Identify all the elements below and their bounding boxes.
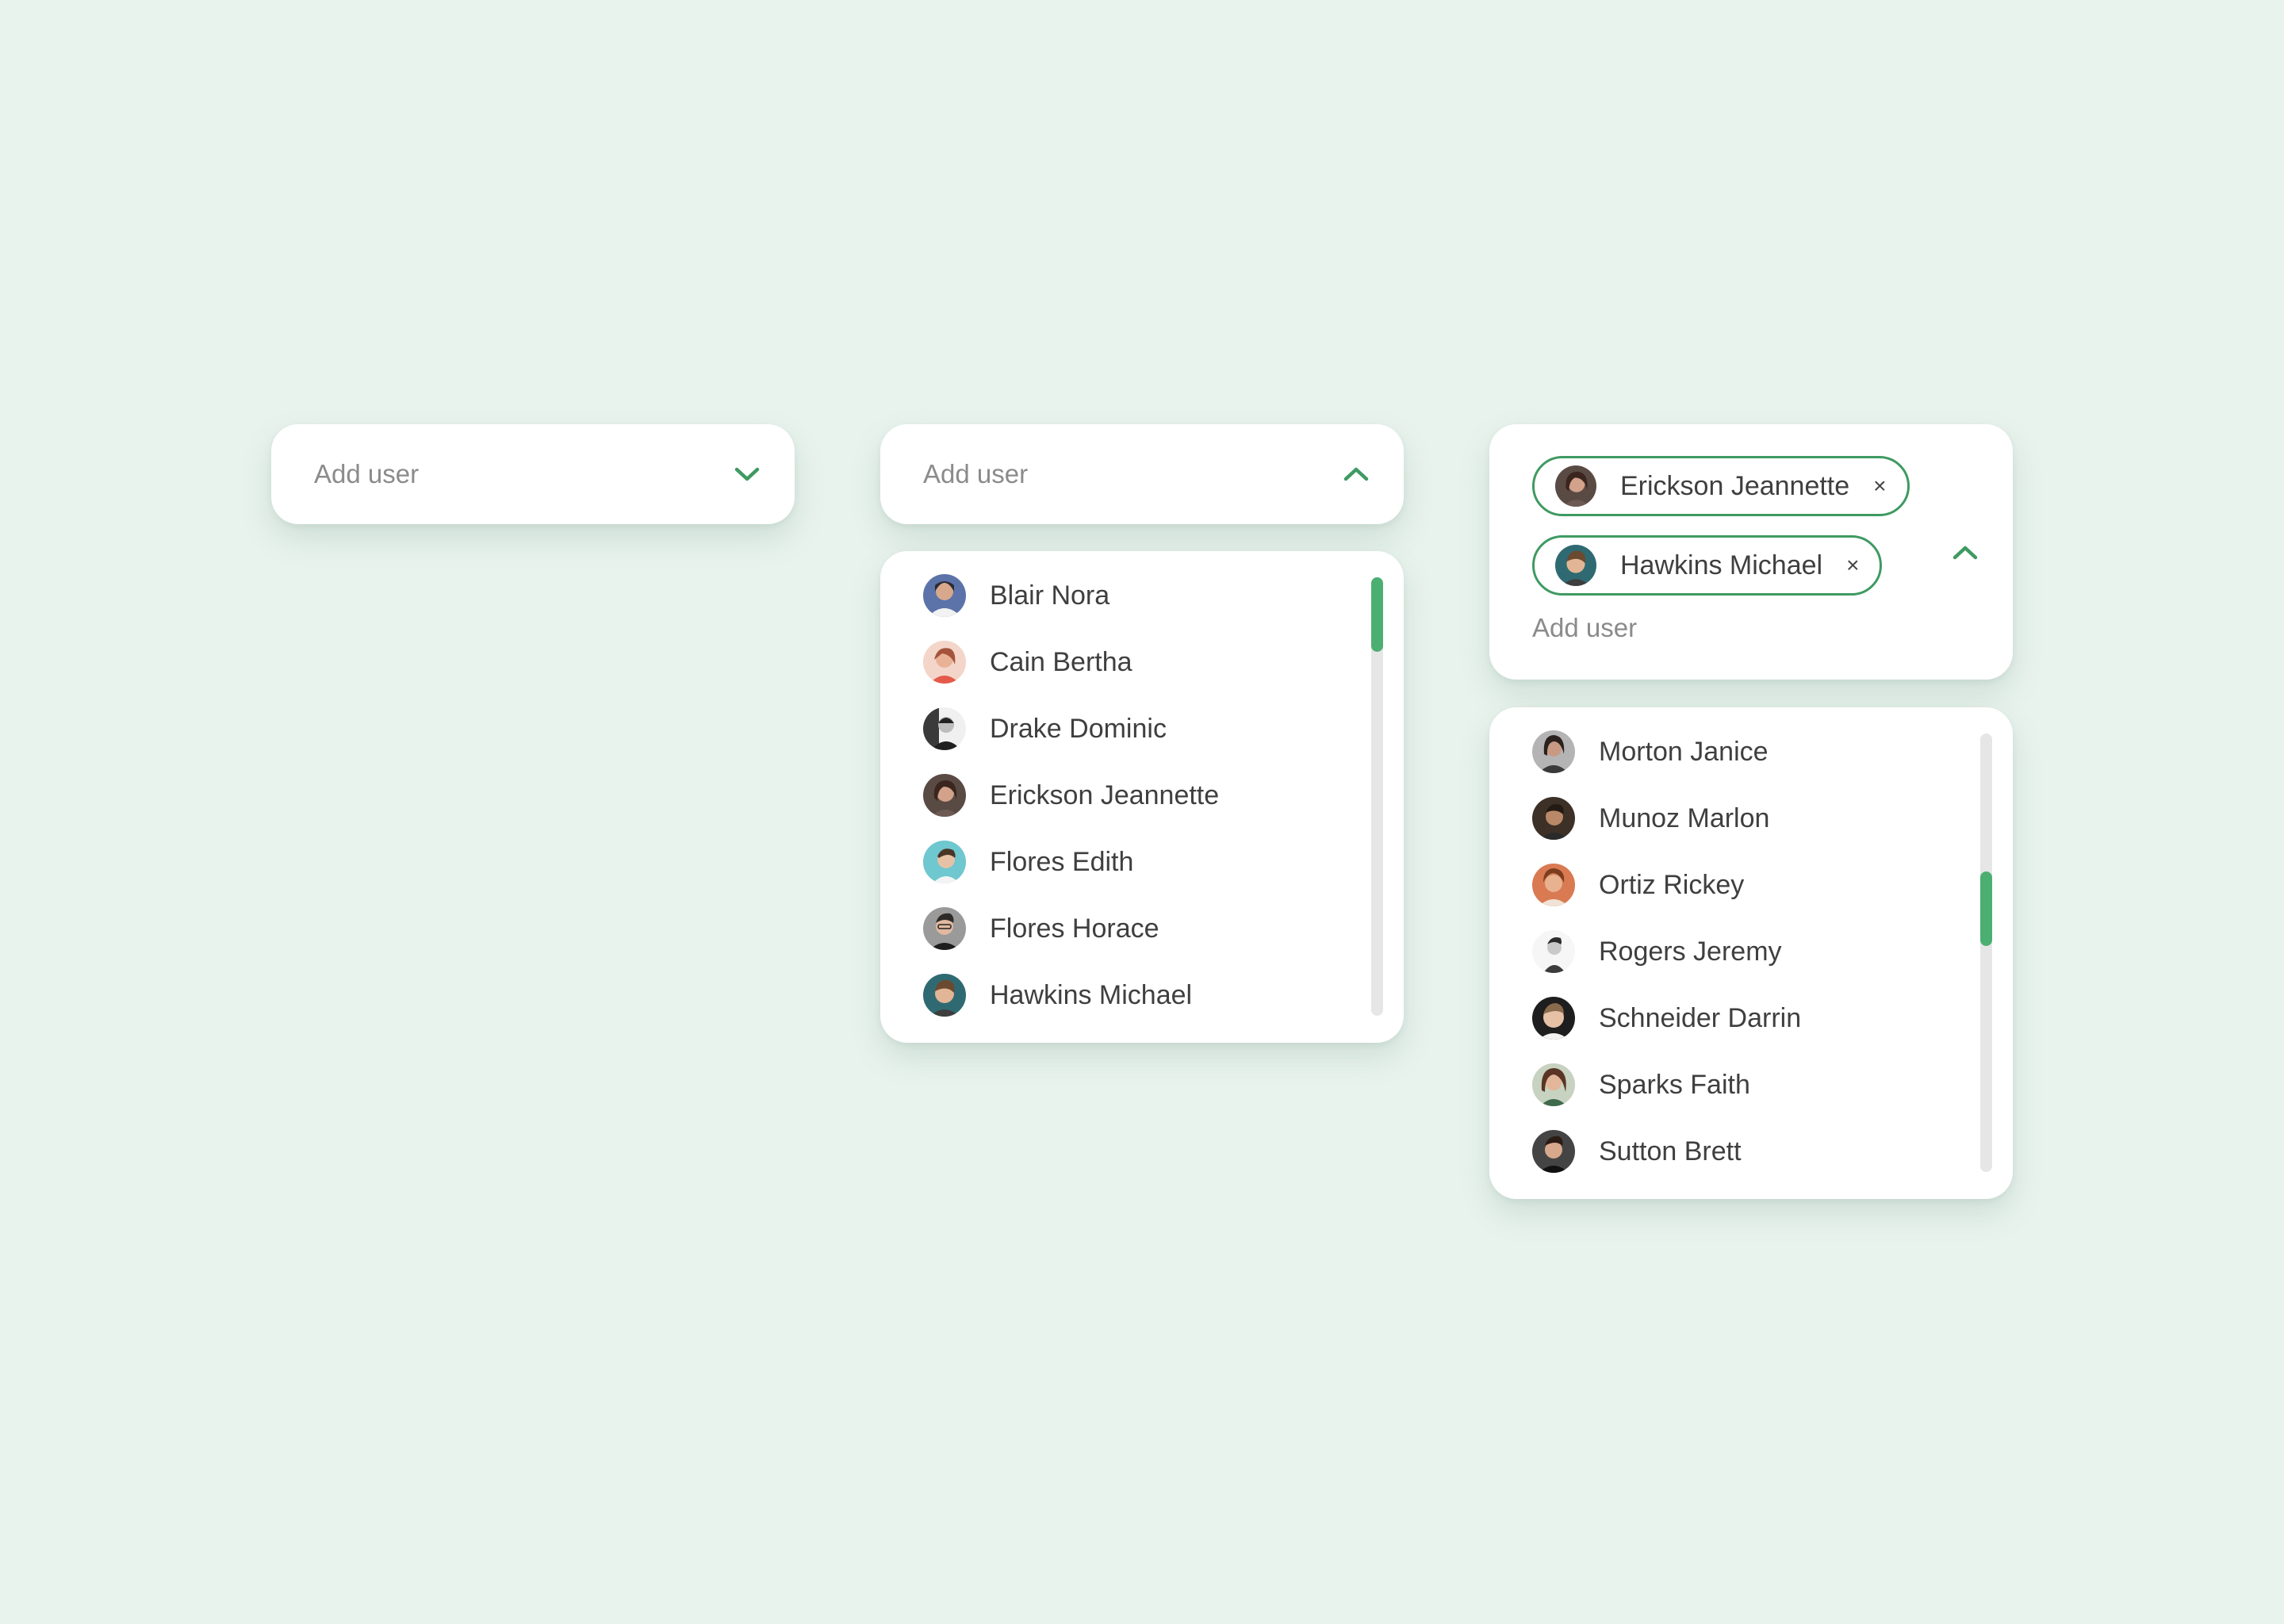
- avatar-icon: [923, 907, 966, 950]
- list-item-name: Sparks Faith: [1599, 1069, 1750, 1100]
- add-user-select-open[interactable]: Add user: [880, 424, 1404, 524]
- avatar-icon: [923, 574, 966, 617]
- scrollbar-thumb[interactable]: [1980, 871, 1992, 946]
- scrollbar[interactable]: [1371, 577, 1383, 1016]
- chevron-down-icon[interactable]: [731, 458, 763, 490]
- list-item[interactable]: Sutton Brett: [1532, 1128, 1742, 1175]
- avatar-icon: [1532, 730, 1575, 773]
- chip-label: Erickson Jeannette: [1620, 470, 1850, 501]
- chevron-up-icon[interactable]: [1340, 458, 1372, 490]
- list-item[interactable]: Rogers Jeremy: [1532, 928, 1782, 975]
- avatar-icon: [1532, 797, 1575, 840]
- avatar-icon: [1532, 1063, 1575, 1106]
- avatar-icon: [923, 974, 966, 1017]
- user-dropdown-list: Morton Janice Munoz Marlon Ortiz Rickey …: [1489, 707, 2013, 1199]
- avatar-icon: [1532, 930, 1575, 973]
- add-user-placeholder: Add user: [314, 459, 420, 488]
- list-item-name: Morton Janice: [1599, 736, 1769, 767]
- list-item[interactable]: Cain Bertha: [923, 638, 1132, 686]
- list-item[interactable]: Hawkins Michael: [923, 971, 1192, 1019]
- add-user-placeholder: Add user: [923, 459, 1029, 488]
- close-icon[interactable]: ×: [1846, 554, 1859, 576]
- list-item-name: Erickson Jeannette: [990, 779, 1220, 810]
- scrollbar[interactable]: [1980, 733, 1992, 1172]
- list-item-name: Schneider Darrin: [1599, 1002, 1802, 1033]
- close-icon[interactable]: ×: [1873, 475, 1886, 497]
- avatar-icon: [1555, 545, 1596, 586]
- add-user-multiselect[interactable]: Erickson Jeannette × Hawkins Michael × A…: [1489, 424, 2013, 680]
- user-dropdown-list: Blair Nora Cain Bertha Drake Dominic Eri…: [880, 551, 1404, 1043]
- avatar-icon: [923, 707, 966, 750]
- chevron-up-icon[interactable]: [1949, 537, 1981, 569]
- scrollbar-thumb[interactable]: [1371, 577, 1383, 652]
- list-item-name: Hawkins Michael: [990, 979, 1193, 1010]
- avatar-icon: [1532, 1130, 1575, 1173]
- selected-user-chip[interactable]: Erickson Jeannette ×: [1532, 456, 1910, 516]
- list-item[interactable]: Munoz Marlon: [1532, 795, 1769, 842]
- add-user-select-closed[interactable]: Add user: [271, 424, 795, 524]
- list-item-name: Flores Edith: [990, 846, 1134, 877]
- chip-label: Hawkins Michael: [1620, 550, 1823, 580]
- avatar-icon: [923, 774, 966, 817]
- list-item[interactable]: Schneider Darrin: [1532, 994, 1801, 1042]
- list-item[interactable]: Sparks Faith: [1532, 1061, 1750, 1109]
- list-item-name: Drake Dominic: [990, 713, 1167, 744]
- list-item-name: Cain Bertha: [990, 646, 1132, 677]
- list-item-name: Blair Nora: [990, 580, 1110, 611]
- list-item[interactable]: Flores Edith: [923, 838, 1133, 886]
- avatar-icon: [1532, 864, 1575, 906]
- list-item-name: Rogers Jeremy: [1599, 936, 1782, 967]
- avatar-icon: [1555, 465, 1596, 507]
- list-item[interactable]: Morton Janice: [1532, 728, 1769, 776]
- list-item-name: Munoz Marlon: [1599, 802, 1770, 833]
- list-item-name: Flores Horace: [990, 913, 1159, 944]
- avatar-icon: [923, 841, 966, 883]
- list-item[interactable]: Drake Dominic: [923, 705, 1167, 753]
- selected-user-chip[interactable]: Hawkins Michael ×: [1532, 535, 1883, 596]
- list-item[interactable]: Flores Horace: [923, 905, 1159, 952]
- avatar-icon: [923, 641, 966, 684]
- list-item[interactable]: Erickson Jeannette: [923, 772, 1219, 819]
- list-item-name: Sutton Brett: [1599, 1136, 1742, 1166]
- list-item-name: Ortiz Rickey: [1599, 869, 1745, 900]
- avatar-icon: [1532, 997, 1575, 1040]
- list-item[interactable]: Blair Nora: [923, 572, 1109, 619]
- add-user-input[interactable]: Add user: [1532, 613, 1637, 643]
- list-item[interactable]: Ortiz Rickey: [1532, 861, 1744, 909]
